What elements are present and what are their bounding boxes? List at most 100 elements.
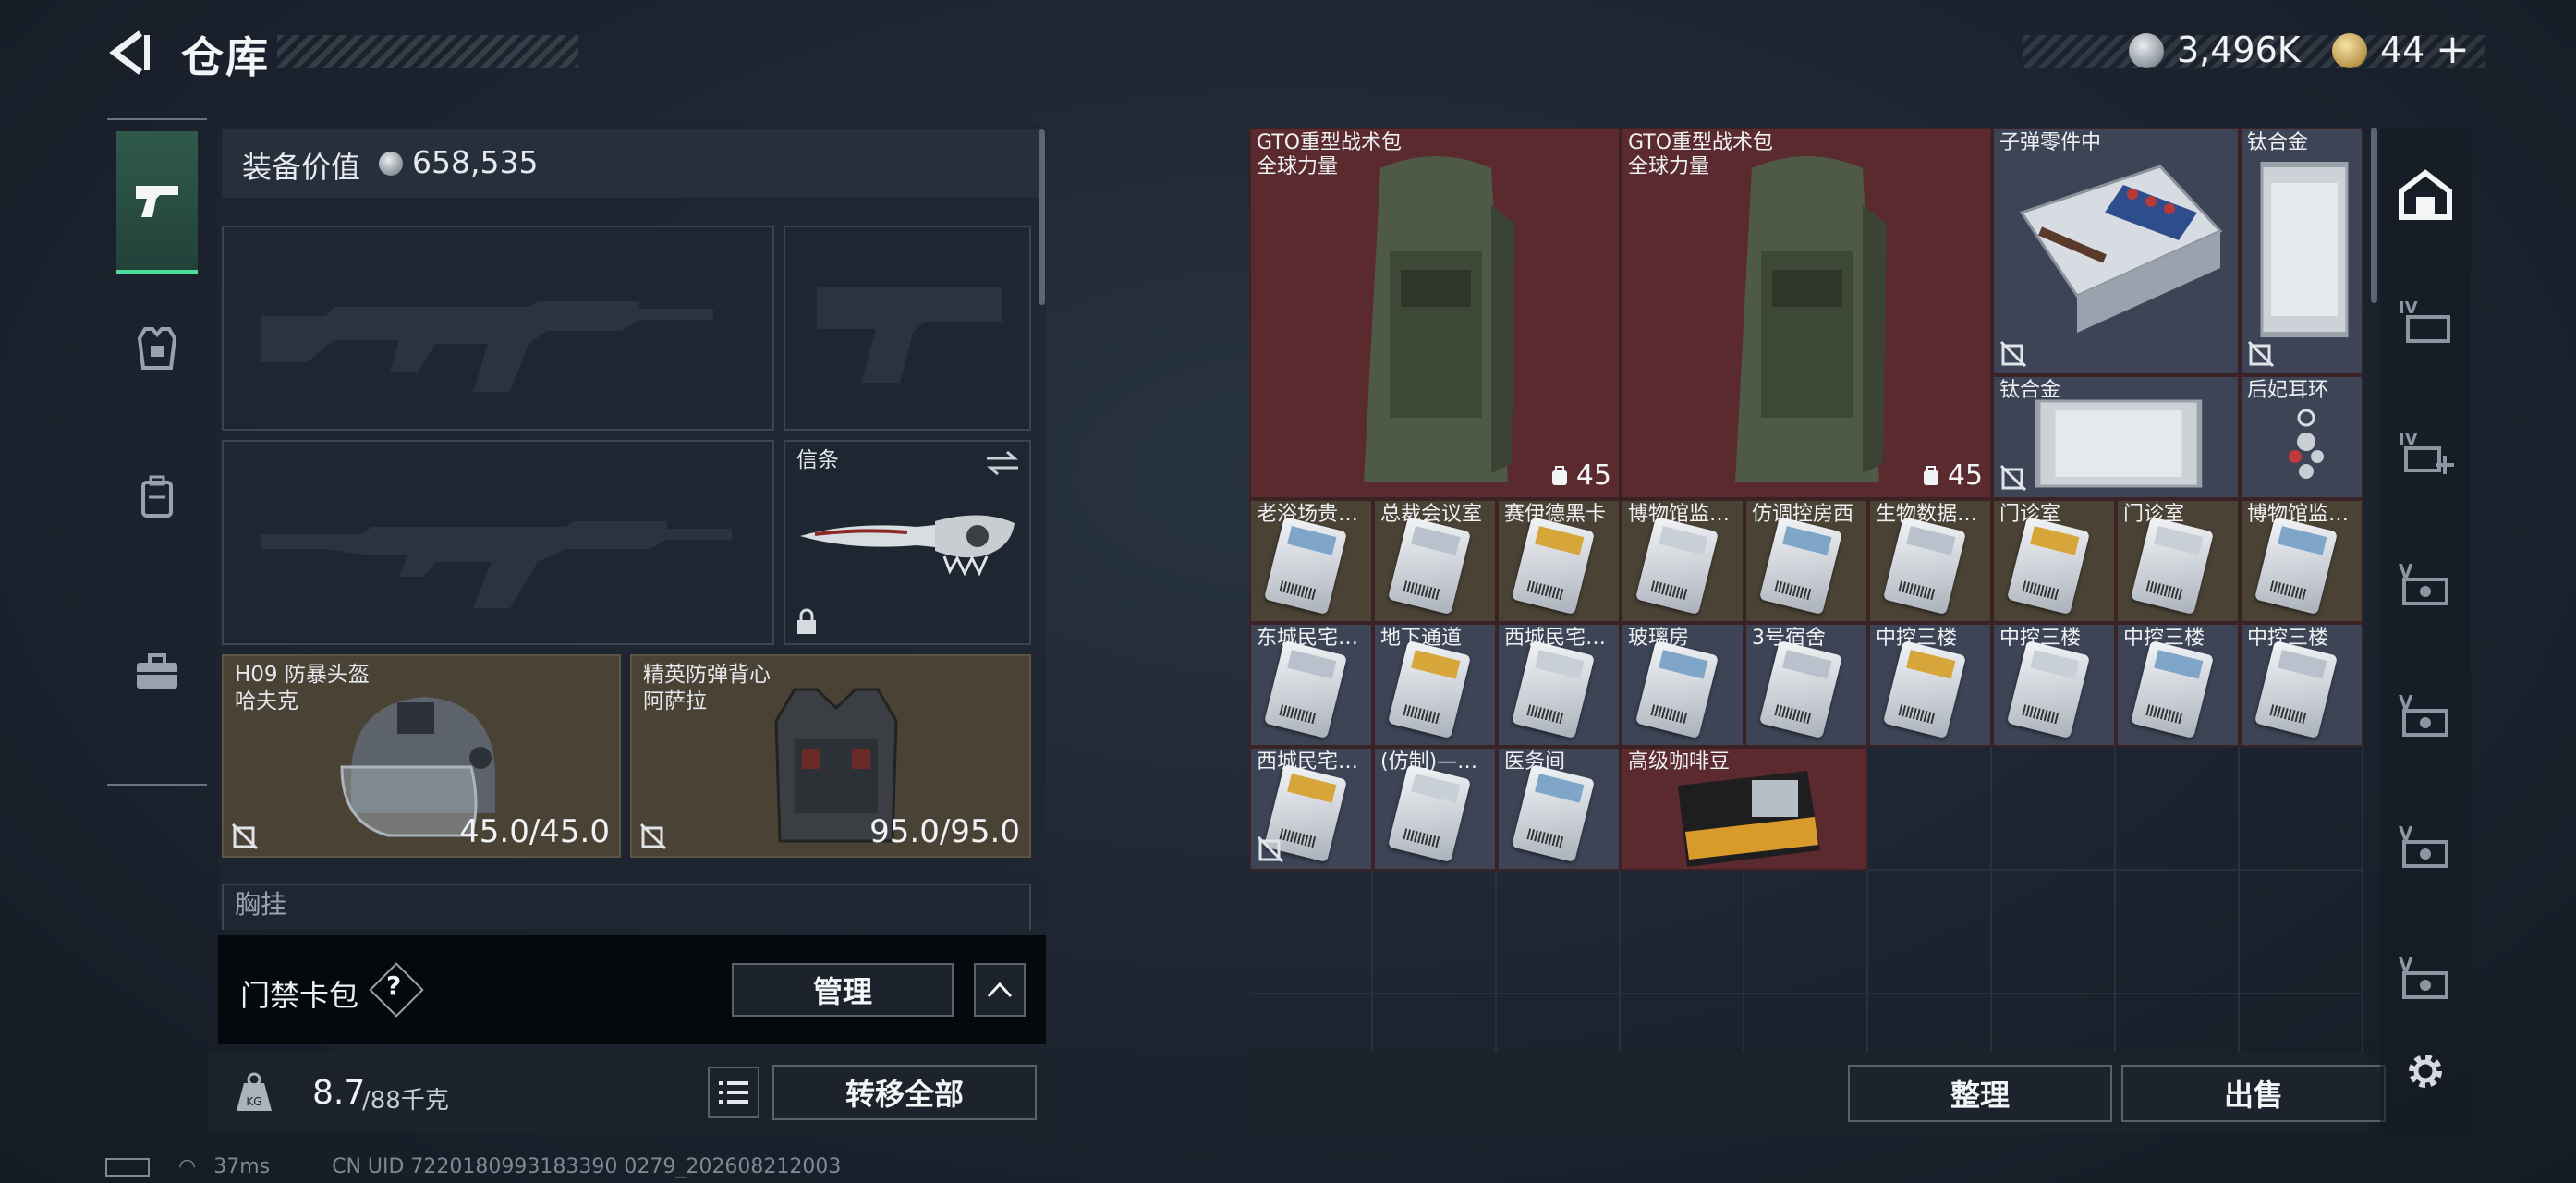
nav-tab-weapon[interactable] — [116, 131, 198, 274]
expand-up-button[interactable] — [974, 963, 1026, 1017]
inventory-item-card[interactable]: 地下通道 — [1373, 623, 1497, 747]
title-decoration — [277, 35, 578, 68]
inventory-item-card[interactable]: 玻璃房 — [1621, 623, 1744, 747]
grid-cell[interactable] — [1497, 871, 1621, 994]
grid-cell[interactable] — [1744, 994, 1868, 1052]
keycard-icon — [2130, 640, 2215, 739]
primary-weapon-slot[interactable] — [222, 226, 774, 431]
chest-rig-slot[interactable]: 胸挂 — [222, 884, 1031, 930]
container-tab-stash[interactable] — [2393, 163, 2458, 227]
inventory-item-card[interactable]: 博物馆监… — [2240, 499, 2363, 623]
inventory-item-card[interactable]: 老浴场贵… — [1249, 499, 1373, 623]
grid-cell[interactable] — [2116, 994, 2240, 1052]
grid-cell[interactable] — [2240, 871, 2363, 994]
inventory-item-card[interactable]: 中控三楼 — [1992, 623, 2116, 747]
inventory-item-card[interactable]: 西城民宅… — [1497, 623, 1621, 747]
equipment-value-label: 装备价值 — [242, 150, 361, 185]
transfer-all-button[interactable]: 转移全部 — [772, 1065, 1037, 1120]
manage-button[interactable]: 管理 — [732, 963, 954, 1017]
grid-cell[interactable] — [1744, 871, 1868, 994]
container-tab-v-2[interactable]: V — [2393, 682, 2458, 747]
add-currency-button[interactable]: + — [2436, 26, 2470, 73]
equipment-scrollbar[interactable] — [1039, 129, 1045, 305]
inventory-item-card[interactable]: 门诊室 — [2116, 499, 2240, 623]
keycard-icon — [1511, 640, 1596, 739]
grid-cell[interactable] — [1992, 747, 2116, 871]
inventory-item-card[interactable]: 中控三楼 — [2116, 623, 2240, 747]
grid-cell[interactable] — [1621, 871, 1744, 994]
container-v-icon: V — [2399, 823, 2448, 868]
grid-cell[interactable] — [1992, 871, 2116, 994]
item-name: 中控三楼 — [2247, 627, 2329, 650]
item-brand: 全球力量 — [1257, 155, 1339, 178]
inventory-item-card[interactable]: 医务间 — [1497, 747, 1621, 871]
inventory-item-card[interactable]: 总裁会议室 — [1373, 499, 1497, 623]
container-tab-v-3[interactable]: V — [2393, 813, 2458, 878]
transfer-bar: KG 8.7 /88千克 转移全部 — [209, 1052, 1053, 1133]
sell-button[interactable]: 出售 — [2121, 1065, 2386, 1122]
inventory-item-card[interactable]: 中控三楼 — [2240, 623, 2363, 747]
grid-cell[interactable] — [1497, 994, 1621, 1052]
grid-cell[interactable] — [1868, 871, 1992, 994]
no-bind-icon — [639, 823, 667, 850]
helmet-slot[interactable]: H09 防暴头盔 哈夫克 45.0/45.0 — [222, 654, 621, 858]
container-tab-v-1[interactable]: V — [2393, 551, 2458, 616]
grid-cell[interactable] — [2240, 747, 2363, 871]
grid-cell[interactable] — [1373, 871, 1497, 994]
item-name: 高级咖啡豆 — [1628, 750, 1731, 774]
inventory-item-card[interactable]: 仿调控房西 — [1744, 499, 1868, 623]
inventory-item-card[interactable]: (仿制)—… — [1373, 747, 1497, 871]
container-tab-iv-b[interactable]: IV — [2393, 420, 2458, 484]
help-button[interactable]: ? — [386, 970, 401, 1001]
back-arrow-icon[interactable] — [103, 28, 153, 78]
inventory-item-earring[interactable]: 后妃耳环 — [2240, 375, 2363, 499]
sort-button[interactable]: 整理 — [1848, 1065, 2112, 1122]
inventory-item-card[interactable]: 西城民宅… — [1249, 747, 1373, 871]
svg-text:KG: KG — [246, 1095, 261, 1108]
no-bind-icon — [1257, 835, 1284, 863]
grid-cell[interactable] — [2116, 871, 2240, 994]
nav-tab-armor[interactable] — [116, 279, 198, 418]
container-tab-iv-a[interactable]: IV — [2393, 288, 2458, 353]
inventory-item-card[interactable]: 生物数据… — [1868, 499, 1992, 623]
list-view-button[interactable] — [708, 1067, 759, 1118]
armor-vest-slot[interactable]: 精英防弹背心 阿萨拉 95.0/95.0 — [630, 654, 1031, 858]
swap-icon[interactable] — [985, 449, 1020, 477]
inventory-item-coffee[interactable]: 高级咖啡豆 — [1621, 747, 1868, 871]
inventory-item-card[interactable]: 门诊室 — [1992, 499, 2116, 623]
item-name: 博物馆监… — [1628, 503, 1731, 526]
sidearm-slot[interactable] — [784, 226, 1031, 431]
keycard-icon — [1758, 640, 1843, 739]
grid-cell[interactable] — [1249, 994, 1373, 1052]
wifi-icon: ◠ — [178, 1155, 197, 1178]
nav-tab-case[interactable] — [116, 603, 198, 741]
grid-cell[interactable] — [2116, 747, 2240, 871]
inventory-item-card[interactable]: 东城民宅… — [1249, 623, 1373, 747]
grid-cell[interactable] — [1373, 994, 1497, 1052]
access-card-pack-bar: 门禁卡包 ? 管理 — [218, 935, 1046, 1044]
grid-cell[interactable] — [1992, 994, 2116, 1052]
inventory-item-card[interactable]: 赛伊德黑卡 — [1497, 499, 1621, 623]
inventory-item-backpack[interactable]: GTO重型战术包 全球力量 45 — [1249, 128, 1621, 499]
grid-cell[interactable] — [1249, 871, 1373, 994]
keycard-icon — [1387, 640, 1472, 739]
nav-tab-backpack[interactable] — [116, 427, 198, 566]
inventory-scrollbar[interactable] — [2371, 128, 2377, 303]
melee-slot[interactable]: 信条 — [784, 440, 1031, 645]
helmet-durability: 45.0/45.0 — [459, 813, 610, 850]
grid-cell[interactable] — [1868, 747, 1992, 871]
grid-cell[interactable] — [1621, 994, 1744, 1052]
inventory-item-card[interactable]: 中控三楼 — [1868, 623, 1992, 747]
inventory-item-metal[interactable]: 钛合金 — [1992, 375, 2240, 499]
container-tab-v-4[interactable]: V — [2393, 945, 2458, 1009]
inventory-item-card[interactable]: 博物馆监… — [1621, 499, 1744, 623]
inventory-item-card[interactable]: 3号宿舍 — [1744, 623, 1868, 747]
inventory-item-metal[interactable]: 钛合金 — [2240, 128, 2363, 375]
grid-cell[interactable] — [2240, 994, 2363, 1052]
secondary-weapon-slot[interactable] — [222, 440, 774, 645]
inventory-item-backpack[interactable]: GTO重型战术包 全球力量 45 — [1621, 128, 1992, 499]
inventory-item-tray[interactable]: 子弹零件中 — [1992, 128, 2240, 375]
equipment-value-bar: 装备价值 658,535 — [222, 129, 1039, 198]
settings-button[interactable] — [2393, 1039, 2458, 1104]
grid-cell[interactable] — [1868, 994, 1992, 1052]
